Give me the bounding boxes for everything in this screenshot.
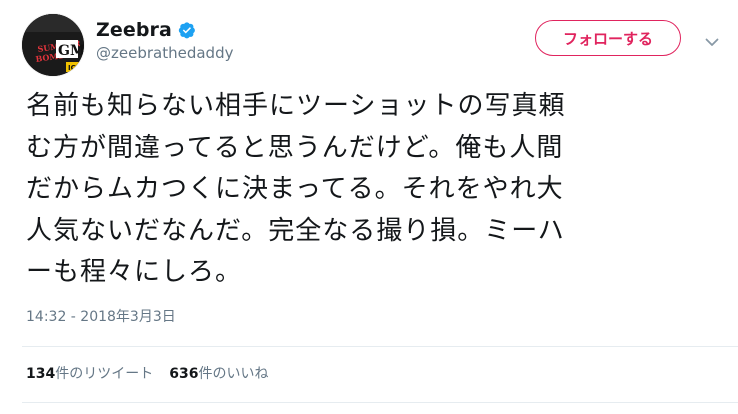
tweet-text-line: 人気ないだなんだ。完全なる撮り損。ミーハ bbox=[26, 215, 565, 246]
engagement-stats: 134 件のリツイート 636 件のいいね bbox=[26, 362, 284, 384]
divider bbox=[22, 346, 738, 347]
like-label: 件のいいね bbox=[198, 366, 269, 382]
svg-text:ICE: ICE bbox=[68, 64, 81, 72]
timestamp[interactable]: 14:32 - 2018年3月3日 bbox=[26, 307, 176, 327]
follow-button[interactable]: フォローする bbox=[535, 20, 681, 56]
name-row: Zeebra bbox=[96, 19, 233, 41]
tweet-text-line: ーも程々にしろ。 bbox=[26, 257, 243, 287]
like-count-link[interactable]: 636 件のいいね bbox=[169, 363, 268, 383]
like-count: 636 bbox=[169, 366, 199, 382]
display-name[interactable]: Zeebra bbox=[96, 19, 172, 41]
tweet-text-line: 名前も知らない相手にツーショットの写真頼 bbox=[26, 91, 566, 121]
svg-text:GM: GM bbox=[58, 43, 84, 59]
tweet-text: 名前も知らない相手にツーショットの写真頼 む方が間違ってると思うんだけど。俺も人… bbox=[26, 86, 722, 294]
tweet-text-line: だからムカつくに決まってる。それをやれ大 bbox=[26, 174, 564, 204]
author-info: Zeebra @zeebrathedaddy bbox=[96, 12, 233, 68]
retweet-count-link[interactable]: 134 件のリツイート bbox=[26, 363, 153, 383]
more-options-button[interactable] bbox=[700, 30, 724, 54]
divider bbox=[22, 402, 738, 403]
chevron-down-icon bbox=[705, 38, 719, 46]
verified-badge-icon bbox=[178, 21, 196, 39]
avatar[interactable]: SUMMER BOMB GM ICE bbox=[22, 14, 84, 76]
retweet-label: 件のリツイート bbox=[55, 366, 154, 382]
retweet-count: 134 bbox=[26, 366, 56, 382]
tweet-text-line: む方が間違ってると思うんだけど。俺も人間 bbox=[26, 132, 564, 163]
handle[interactable]: @zeebrathedaddy bbox=[96, 44, 233, 62]
avatar-image: SUMMER BOMB GM ICE bbox=[22, 14, 84, 76]
